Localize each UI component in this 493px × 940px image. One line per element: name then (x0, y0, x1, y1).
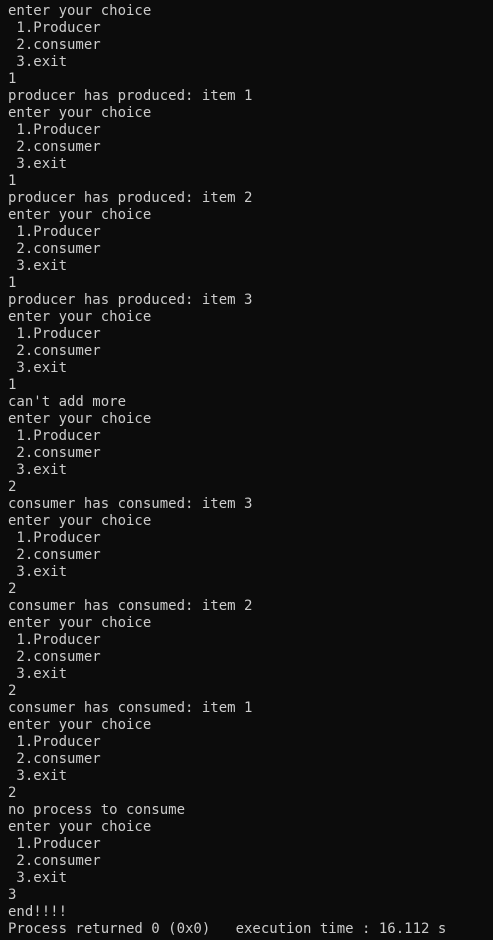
console-line: enter your choice (8, 3, 152, 19)
console-line: 3.exit (8, 666, 68, 682)
console-line: can't add more (8, 394, 127, 410)
console-line: 3.exit (8, 360, 68, 376)
console-line: 3.exit (8, 870, 68, 886)
console-line: consumer has consumed: item 2 (8, 598, 253, 614)
console-line: 2.consumer (8, 139, 101, 155)
console-line: no process to consume (8, 802, 186, 818)
console-line: 1.Producer (8, 734, 101, 750)
console-line: 1 (8, 173, 17, 189)
console-line: 3.exit (8, 258, 68, 274)
console-line: enter your choice (8, 615, 152, 631)
console-line: 1 (8, 377, 17, 393)
console-line: 2.consumer (8, 37, 101, 53)
console-line: consumer has consumed: item 3 (8, 496, 253, 512)
console-line: 3.exit (8, 768, 68, 784)
console-line: producer has produced: item 1 (8, 88, 253, 104)
console-line: 3.exit (8, 462, 68, 478)
console-line: 2.consumer (8, 751, 101, 767)
console-line: 1.Producer (8, 326, 101, 342)
process-status-line: Process returned 0 (0x0) execution time … (8, 921, 447, 937)
console-line: enter your choice (8, 309, 152, 325)
console-line: 2 (8, 785, 17, 801)
console-line: 2.consumer (8, 241, 101, 257)
console-line: enter your choice (8, 819, 152, 835)
console-line: 3.exit (8, 156, 68, 172)
console-line: consumer has consumed: item 1 (8, 700, 253, 716)
console-line: enter your choice (8, 105, 152, 121)
console-line: 1 (8, 71, 17, 87)
console-line: 2.consumer (8, 649, 101, 665)
console-line: 1.Producer (8, 20, 101, 36)
console-line: 3 (8, 887, 17, 903)
console-line: 1.Producer (8, 836, 101, 852)
console-line: 1.Producer (8, 530, 101, 546)
console-line: 2 (8, 581, 17, 597)
console-line: 2 (8, 479, 17, 495)
console-line: enter your choice (8, 411, 152, 427)
console-line: end!!!! (8, 904, 68, 920)
console-line: 2.consumer (8, 853, 101, 869)
console-line: 1.Producer (8, 224, 101, 240)
console-line: producer has produced: item 2 (8, 190, 253, 206)
console-line: 3.exit (8, 54, 68, 70)
console-line: 2.consumer (8, 343, 101, 359)
console-output: enter your choice 1.Producer 2.consumer … (0, 0, 493, 940)
console-line: 1.Producer (8, 428, 101, 444)
console-line: enter your choice (8, 207, 152, 223)
console-line: 2 (8, 683, 17, 699)
console-line: enter your choice (8, 513, 152, 529)
console-line: enter your choice (8, 717, 152, 733)
console-line: 2.consumer (8, 547, 101, 563)
console-line: 1 (8, 275, 17, 291)
console-line: 1.Producer (8, 122, 101, 138)
console-line: 1.Producer (8, 632, 101, 648)
console-line: 2.consumer (8, 445, 101, 461)
console-line: 3.exit (8, 564, 68, 580)
console-line: producer has produced: item 3 (8, 292, 253, 308)
